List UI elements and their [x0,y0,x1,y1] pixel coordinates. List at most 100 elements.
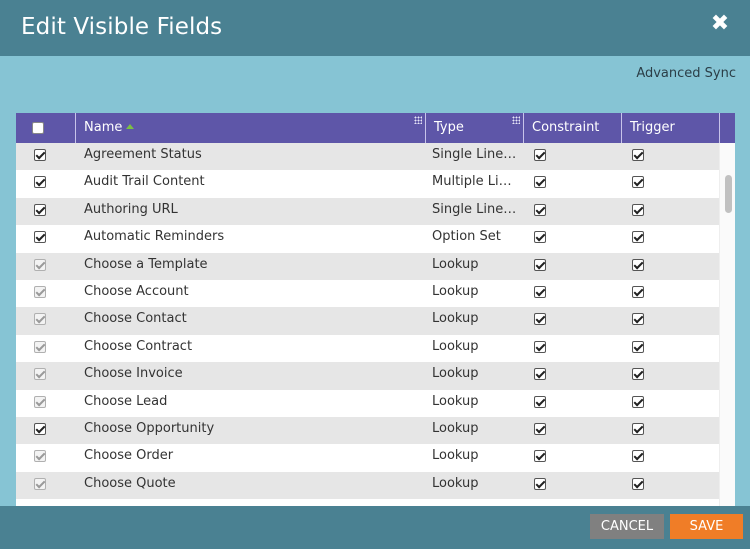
constraint-checkbox[interactable] [534,176,546,189]
row-select-checkbox[interactable] [34,231,46,244]
field-type: Lookup [432,311,479,327]
trigger-checkbox[interactable] [632,368,644,381]
field-type: Lookup [432,420,479,436]
field-name: Choose Lead [84,393,168,409]
constraint-checkbox[interactable] [534,422,546,435]
dialog-body: Advanced Sync Name Type Constraint Trigg… [0,56,750,506]
field-name: Choose Quote [84,475,176,491]
column-resize-grip-icon[interactable] [414,116,422,124]
sort-asc-icon [126,124,135,129]
constraint-checkbox[interactable] [534,395,546,408]
table-row[interactable]: Choose Contact Lookup [16,307,719,335]
table-row[interactable]: Authoring URL Single Line ... [16,197,719,226]
vertical-scrollbar[interactable] [719,143,735,506]
row-select-checkbox[interactable] [34,340,46,353]
table-row[interactable]: Choose Contract Lookup [16,334,719,363]
scrollbar-thumb[interactable] [725,175,732,213]
column-header-type[interactable]: Type [426,113,524,143]
table-row[interactable]: Choose Lead Lookup [16,389,719,417]
table-row[interactable]: Automatic Reminders Option Set [16,225,719,253]
table-row[interactable]: Choose Order Lookup [16,444,719,472]
table-row[interactable]: Choose Quote Lookup [16,471,719,500]
field-name: Choose Contract [84,338,193,354]
column-header-name-label: Name [84,120,123,135]
row-select-checkbox[interactable] [34,285,46,298]
trigger-checkbox[interactable] [632,149,644,161]
field-name: Choose Account [84,283,189,299]
trigger-checkbox[interactable] [632,422,644,435]
row-select-checkbox[interactable] [34,313,46,326]
close-icon[interactable]: ✖ [710,13,730,35]
field-name: Choose a Template [84,256,208,272]
field-name: Agreement Status [84,147,202,162]
trigger-checkbox[interactable] [632,176,644,189]
table-row[interactable]: Agreement Status Single Line ... [16,143,719,171]
field-name: Choose Contact [84,311,187,327]
row-select-checkbox[interactable] [34,149,46,161]
select-all-cell [16,113,76,143]
column-header-constraint-label: Constraint [532,120,600,135]
table-row[interactable]: Choose Invoice Lookup [16,362,719,390]
field-name: Automatic Reminders [84,229,225,245]
constraint-checkbox[interactable] [534,285,546,298]
table-row[interactable]: Choose Opportunity Lookup [16,416,719,445]
constraint-checkbox[interactable] [534,450,546,463]
constraint-checkbox[interactable] [534,149,546,161]
column-header-constraint[interactable]: Constraint [524,113,622,143]
table-row[interactable]: Audit Trail Content Multiple Lin... [16,170,719,198]
row-select-checkbox[interactable] [34,258,46,271]
column-header-trigger[interactable]: Trigger [622,113,720,143]
trigger-checkbox[interactable] [632,477,644,490]
constraint-checkbox[interactable] [534,313,546,326]
field-name: Audit Trail Content [84,174,205,190]
constraint-checkbox[interactable] [534,340,546,353]
trigger-checkbox[interactable] [632,313,644,326]
column-header-trigger-label: Trigger [630,120,675,135]
advanced-sync-link[interactable]: Advanced Sync [636,66,736,81]
field-type: Single Line ... [432,201,517,217]
row-select-checkbox[interactable] [34,422,46,435]
row-select-checkbox[interactable] [34,395,46,408]
trigger-checkbox[interactable] [632,340,644,353]
field-type: Lookup [432,256,479,272]
row-select-checkbox[interactable] [34,450,46,463]
table-row[interactable]: Choose a Template Lookup [16,252,719,280]
column-header-name[interactable]: Name [76,113,426,143]
trigger-checkbox[interactable] [632,450,644,463]
trigger-checkbox[interactable] [632,258,644,271]
constraint-checkbox[interactable] [534,203,546,216]
field-name: Choose Order [84,448,174,464]
grid-rows: Agreement Status Single Line ... Audit Tra… [16,143,719,500]
field-name: Choose Invoice [84,366,183,382]
column-resize-grip-icon[interactable] [512,116,520,124]
field-type: Option Set [432,229,501,245]
field-name: Choose Opportunity [84,420,215,436]
constraint-checkbox[interactable] [534,368,546,381]
dialog-footer: CANCEL SAVE [0,506,750,549]
table-row[interactable]: Choose Account Lookup [16,279,719,308]
select-all-checkbox[interactable] [32,122,44,134]
field-type: Lookup [432,475,479,491]
field-type: Lookup [432,338,479,354]
trigger-checkbox[interactable] [632,231,644,244]
trigger-checkbox[interactable] [632,203,644,216]
fields-grid: Name Type Constraint Trigger Agreement S… [16,113,735,506]
row-select-checkbox[interactable] [34,176,46,189]
field-name: Authoring URL [84,201,178,217]
row-select-checkbox[interactable] [34,477,46,490]
row-select-checkbox[interactable] [34,203,46,216]
trigger-checkbox[interactable] [632,395,644,408]
save-button[interactable]: SAVE [670,514,743,539]
column-header-type-label: Type [434,120,464,135]
field-type: Single Line ... [432,147,517,162]
field-type: Lookup [432,366,479,382]
constraint-checkbox[interactable] [534,258,546,271]
field-type: Lookup [432,283,479,299]
cancel-button[interactable]: CANCEL [590,514,664,539]
grid-header: Name Type Constraint Trigger [16,113,735,143]
row-select-checkbox[interactable] [34,368,46,381]
constraint-checkbox[interactable] [534,231,546,244]
dialog-titlebar: Edit Visible Fields ✖ [0,0,750,56]
trigger-checkbox[interactable] [632,285,644,298]
constraint-checkbox[interactable] [534,477,546,490]
